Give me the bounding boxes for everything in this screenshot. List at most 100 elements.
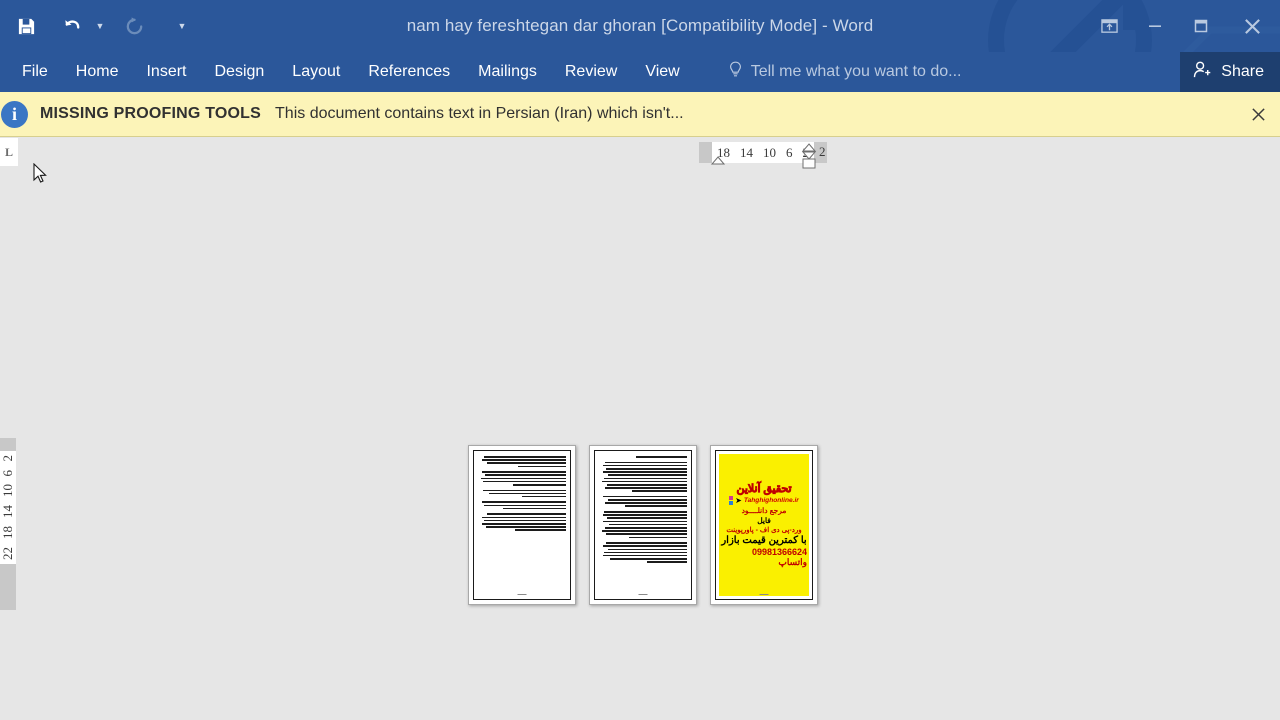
ribbon-display-options-icon[interactable] (1086, 6, 1132, 46)
text-line (483, 489, 566, 492)
tab-design[interactable]: Design (200, 52, 278, 92)
text-line (486, 513, 566, 516)
text-line (603, 520, 687, 523)
text-line (605, 526, 687, 529)
quick-access-toolbar: ▼ ▼ (0, 0, 190, 52)
text-line (604, 477, 687, 480)
paragraph (478, 489, 566, 498)
text-line (606, 517, 687, 519)
text-line (605, 461, 687, 464)
v-tick: 14 (0, 505, 15, 518)
undo-icon[interactable] (52, 6, 92, 46)
tell-me-placeholder: Tell me what you want to do... (750, 63, 962, 80)
v-tick: 2 (0, 455, 15, 462)
document-canvas[interactable]: تحقیق آنلاین Tahghighonline.ir ➤ مرجع دا… (0, 137, 1280, 720)
tab-mailings[interactable]: Mailings (464, 52, 551, 92)
v-tick: 18 (0, 526, 15, 539)
page-footer-mark (517, 593, 527, 595)
text-line (606, 483, 687, 486)
minimize-icon[interactable] (1132, 6, 1178, 46)
missing-proofing-tools-bar: i MISSING PROOFING TOOLS This document c… (0, 92, 1280, 222)
tell-me-box[interactable]: Tell me what you want to do... (728, 61, 962, 83)
document-page[interactable] (589, 445, 697, 605)
tab-layout[interactable]: Layout (278, 52, 354, 92)
vertical-ruler[interactable]: 2 6 10 14 18 22 (0, 438, 16, 610)
customize-qat-icon[interactable]: ▼ (174, 6, 190, 46)
text-line (514, 529, 566, 531)
text-line (608, 523, 687, 526)
ad-website: Tahghighonline.ir (743, 497, 799, 504)
close-icon[interactable] (1224, 6, 1280, 46)
text-line (606, 533, 687, 535)
share-label: Share (1221, 63, 1264, 80)
text-line (484, 456, 566, 458)
text-line (603, 495, 687, 498)
tab-view[interactable]: View (631, 52, 693, 92)
text-line (482, 471, 566, 473)
text-line (484, 519, 566, 522)
share-person-icon (1192, 60, 1213, 84)
text-line (485, 474, 566, 476)
lightbulb-icon (728, 61, 743, 83)
text-line (602, 554, 687, 557)
page-footer-mark (759, 593, 769, 595)
text-line (488, 492, 566, 495)
tab-stop-marker-icon: L (4, 144, 13, 159)
share-button[interactable]: Share (1180, 52, 1280, 92)
text-line (602, 514, 687, 516)
paragraph (478, 456, 566, 468)
notification-close-icon[interactable] (1244, 100, 1272, 128)
tab-file[interactable]: File (8, 52, 62, 92)
document-page[interactable] (468, 445, 576, 605)
text-line (606, 542, 687, 544)
vruler-top-cap (0, 438, 16, 451)
text-line (606, 467, 687, 470)
text-line (625, 505, 687, 508)
arrow-left-icon: ➤ (735, 495, 742, 505)
paragraph (599, 461, 687, 492)
tab-stop-selector[interactable]: L (0, 138, 18, 166)
ad-brand-title: تحقیق آنلاین (736, 483, 792, 496)
ad-line-formats: ورد-پی دی اف - پاورپوینت (726, 527, 802, 534)
text-line (607, 548, 687, 551)
text-line (635, 456, 687, 458)
text-line (480, 477, 566, 480)
paragraph (599, 456, 687, 458)
ad-line-whatsapp: 09981366624 واتساپ (751, 547, 807, 567)
text-line (481, 501, 566, 504)
paragraph (478, 501, 566, 510)
text-line (513, 483, 566, 486)
tab-review[interactable]: Review (551, 52, 631, 92)
text-line (601, 480, 687, 483)
paragraph (599, 542, 687, 563)
tab-references[interactable]: References (354, 52, 464, 92)
tab-home[interactable]: Home (62, 52, 133, 92)
ribbon-tab-bar: File Home Insert Design Layout Reference… (0, 52, 1280, 92)
page-thumbnails: تحقیق آنلاین Tahghighonline.ir ➤ مرجع دا… (468, 445, 818, 605)
document-page[interactable]: تحقیق آنلاین Tahghighonline.ir ➤ مرجع دا… (710, 445, 818, 605)
text-line (481, 459, 566, 461)
text-line (607, 499, 687, 501)
notification-message: This document contains text in Persian (… (275, 105, 684, 122)
paragraph (599, 511, 687, 539)
ad-line-price: با کمترین قیمت بازار (721, 535, 807, 546)
redo-icon (114, 6, 154, 46)
text-line (647, 561, 687, 563)
paragraph (478, 471, 566, 486)
text-line (602, 464, 687, 467)
text-line (481, 523, 566, 525)
info-icon-glyph: i (11, 103, 17, 124)
restore-icon[interactable] (1178, 6, 1224, 46)
v-tick: 6 (0, 469, 15, 477)
save-icon[interactable] (6, 6, 46, 46)
page-footer-mark (638, 593, 648, 595)
text-line (632, 490, 687, 492)
tab-insert[interactable]: Insert (132, 52, 200, 92)
text-line (485, 526, 566, 528)
text-line (603, 471, 687, 473)
text-line (604, 511, 687, 513)
undo-dropdown-icon[interactable]: ▼ (92, 6, 108, 46)
paragraph (599, 495, 687, 508)
ad-website-row: Tahghighonline.ir ➤ (729, 496, 799, 505)
ruler-indent-markers[interactable] (699, 142, 824, 174)
